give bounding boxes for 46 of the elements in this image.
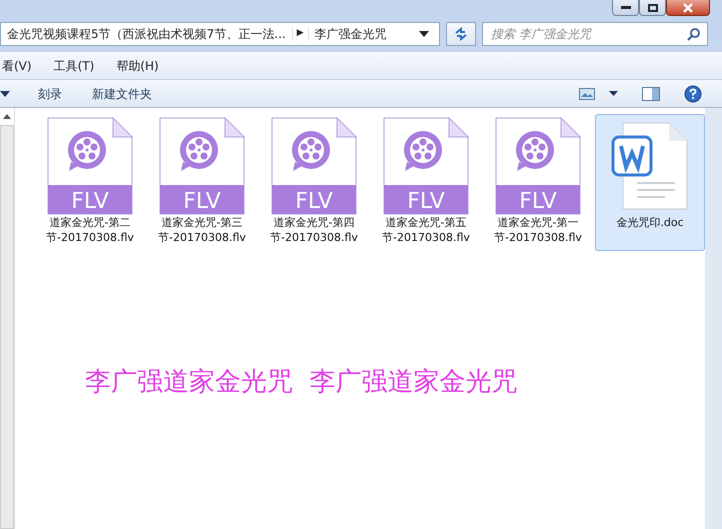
file-name: 道家金光咒-第一节-20170308.flv bbox=[493, 215, 583, 246]
file-item[interactable]: FLV 道家金光咒-第四节-20170308.flv bbox=[259, 114, 369, 251]
video-file-icon: FLV bbox=[47, 117, 133, 215]
search-field[interactable]: 搜索 李广强金光咒 bbox=[489, 24, 687, 44]
address-bar[interactable]: 金光咒视频课程5节（西派祝由术视频7节、正一法... ▶ 李广强金光咒 bbox=[0, 22, 440, 46]
overlay-text: 李广强道家金光咒 李广强道家金光咒 bbox=[85, 366, 518, 399]
file-name: 金光咒印.doc bbox=[615, 215, 685, 230]
file-name: 道家金光咒-第五节-20170308.flv bbox=[381, 215, 471, 246]
help-icon[interactable] bbox=[684, 84, 702, 102]
file-name: 道家金光咒-第二节-20170308.flv bbox=[45, 215, 135, 246]
toolbar-button[interactable]: 新建文件夹 bbox=[90, 84, 154, 102]
view-icon[interactable] bbox=[579, 88, 595, 100]
file-item[interactable]: FLV 道家金光咒-第二节-20170308.flv bbox=[35, 114, 145, 251]
minimize-icon bbox=[620, 6, 630, 9]
search-box[interactable]: 搜索 李广强金光咒 bbox=[482, 22, 708, 46]
video-file-icon: FLV bbox=[383, 117, 469, 215]
search-icon bbox=[687, 27, 701, 41]
close-icon bbox=[683, 2, 693, 12]
minimize-button[interactable] bbox=[612, 0, 639, 16]
toolbar-button[interactable]: 刻录 bbox=[36, 84, 64, 102]
menu-item[interactable]: 帮助(H) bbox=[114, 56, 161, 74]
maximize-icon bbox=[648, 4, 658, 12]
video-file-icon: FLV bbox=[495, 117, 581, 215]
menu-item[interactable]: 工具(T) bbox=[52, 56, 96, 74]
file-name: 道家金光咒-第四节-20170308.flv bbox=[269, 215, 359, 246]
scrollbar[interactable] bbox=[0, 108, 15, 529]
file-item[interactable]: FLV 道家金光咒-第五节-20170308.flv bbox=[371, 114, 481, 251]
breadcrumb-item[interactable]: 金光咒视频课程5节（西派祝由术视频7节、正一法... bbox=[1, 25, 292, 43]
caret-icon[interactable] bbox=[0, 90, 10, 96]
preview-pane-icon[interactable] bbox=[642, 86, 660, 100]
refresh-icon bbox=[453, 26, 469, 42]
caret-icon[interactable] bbox=[419, 31, 429, 37]
file-name: 道家金光咒-第三节-20170308.flv bbox=[157, 215, 247, 246]
caret-icon[interactable] bbox=[609, 91, 618, 96]
breadcrumb-item[interactable]: 李广强金光咒 bbox=[308, 25, 393, 43]
maximize-button[interactable] bbox=[639, 0, 666, 16]
refresh-button[interactable] bbox=[446, 22, 476, 46]
video-file-icon: FLV bbox=[271, 117, 357, 215]
breadcrumb-separator: ▶ bbox=[292, 27, 309, 41]
file-item[interactable]: FLV 道家金光咒-第三节-20170308.flv bbox=[147, 114, 257, 251]
file-item[interactable]: 金光咒印.doc bbox=[595, 114, 705, 251]
file-item[interactable]: FLV 道家金光咒-第一节-20170308.flv bbox=[483, 114, 593, 251]
video-file-icon: FLV bbox=[159, 117, 245, 215]
scroll-up-icon[interactable] bbox=[3, 114, 11, 119]
close-button[interactable] bbox=[666, 0, 710, 16]
menu-item[interactable]: 看(V) bbox=[0, 56, 34, 74]
